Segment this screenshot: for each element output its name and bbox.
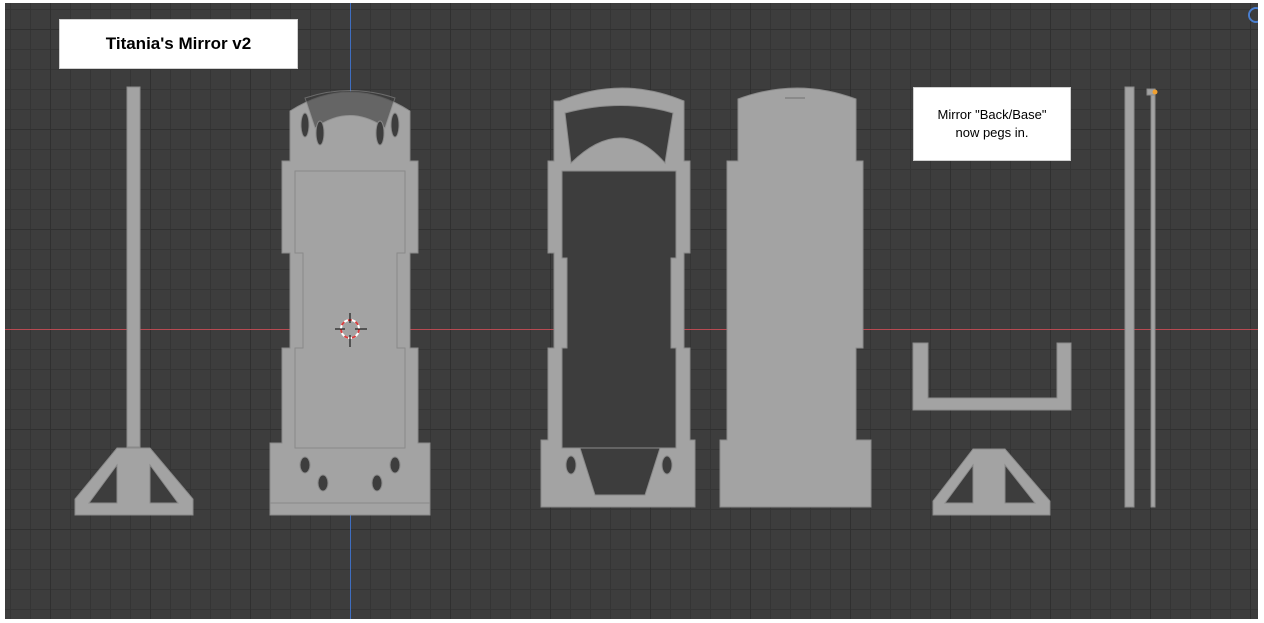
side-stand-part[interactable] [74,86,194,516]
navigation-gizmo-icon[interactable] [1248,7,1258,23]
note-line-2: now pegs in. [955,125,1029,140]
3d-viewport[interactable]: Titania's Mirror v2 Mirror "Back/Base" n… [5,3,1258,619]
cutout-frame-part[interactable] [540,87,696,508]
side-rods-part[interactable] [1124,86,1158,508]
note-line-1: Mirror "Back/Base" [937,107,1047,122]
title-label: Titania's Mirror v2 [59,19,298,69]
base-bracket-part[interactable] [912,342,1072,411]
note-label: Mirror "Back/Base" now pegs in. [913,87,1071,161]
back-plate-part[interactable] [719,87,872,508]
ornate-front-frame-part[interactable] [269,90,431,516]
triangle-base-part[interactable] [932,448,1051,516]
